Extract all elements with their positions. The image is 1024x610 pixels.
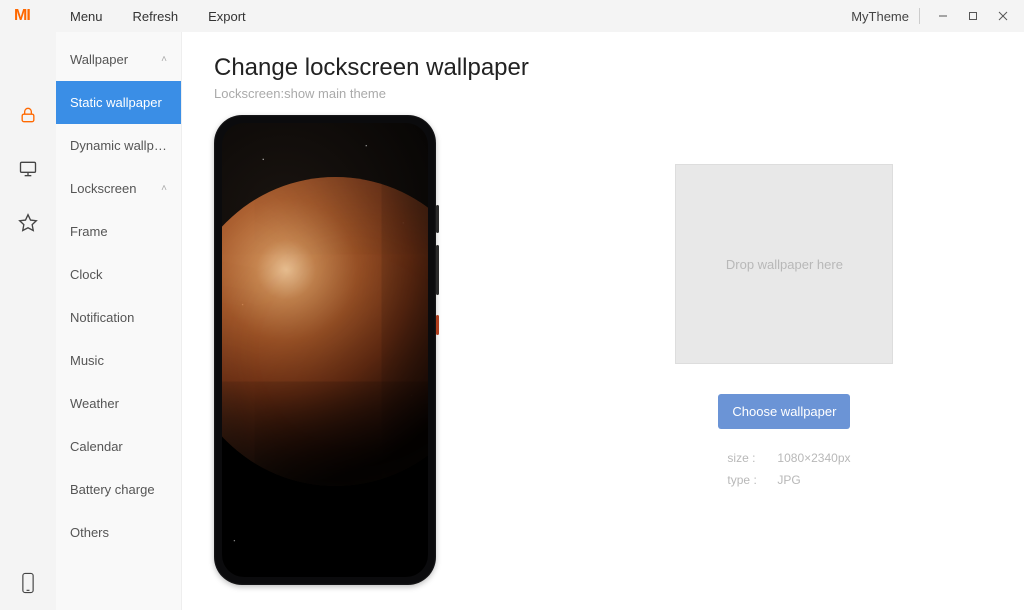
wallpaper-meta: size : 1080×2340px type : JPG	[675, 451, 893, 495]
sidebar-item-music[interactable]: Music	[56, 339, 181, 382]
lock-tab-icon[interactable]	[17, 104, 39, 126]
device-tab-icon[interactable]	[17, 572, 39, 594]
monitor-icon	[18, 159, 38, 179]
titlebar: MI Menu Refresh Export MyTheme	[0, 0, 1024, 32]
group-label: Wallpaper	[70, 52, 128, 67]
star-tab-icon[interactable]	[17, 212, 39, 234]
side-panel: Wallpaper ˄ Static wallpaper Dynamic wal…	[56, 32, 182, 610]
group-lockscreen[interactable]: Lockscreen ˄	[56, 167, 181, 210]
minimize-button[interactable]	[930, 4, 956, 28]
mi-logo: MI	[14, 7, 50, 25]
main-content: Change lockscreen wallpaper Lockscreen:s…	[182, 32, 1024, 610]
phone-icon	[19, 572, 37, 594]
minimize-icon	[938, 11, 948, 21]
phone-preview	[214, 115, 436, 585]
dropzone-label: Drop wallpaper here	[726, 257, 843, 272]
body: Wallpaper ˄ Static wallpaper Dynamic wal…	[0, 32, 1024, 610]
desktop-tab-icon[interactable]	[17, 158, 39, 180]
group-wallpaper[interactable]: Wallpaper ˄	[56, 38, 181, 81]
close-button[interactable]	[990, 4, 1016, 28]
meta-type-label: type :	[727, 473, 763, 487]
sidebar-item-static-wallpaper[interactable]: Static wallpaper	[56, 81, 181, 124]
menu-menu[interactable]: Menu	[62, 5, 111, 28]
app-window: MI Menu Refresh Export MyTheme	[0, 0, 1024, 610]
iconbar	[0, 32, 56, 610]
divider	[919, 8, 920, 24]
sidebar-item-clock[interactable]: Clock	[56, 253, 181, 296]
page-title: Change lockscreen wallpaper	[214, 54, 529, 82]
sidebar-item-notification[interactable]: Notification	[56, 296, 181, 339]
phone-side-button	[436, 245, 439, 295]
maximize-icon	[968, 11, 978, 21]
star-icon	[18, 213, 38, 233]
wallpaper-dropzone[interactable]: Drop wallpaper here	[675, 164, 893, 364]
titlebar-right: MyTheme	[851, 4, 1016, 28]
sidebar-item-others[interactable]: Others	[56, 511, 181, 554]
lock-icon	[18, 105, 38, 125]
sidebar-item-battery[interactable]: Battery charge	[56, 468, 181, 511]
meta-type-value: JPG	[777, 473, 800, 487]
theme-name: MyTheme	[851, 9, 909, 24]
chevron-up-icon: ˄	[161, 183, 167, 194]
group-label: Lockscreen	[70, 181, 136, 196]
chevron-up-icon: ˄	[161, 54, 167, 65]
phone-side-button	[436, 205, 439, 233]
menu-bar: Menu Refresh Export	[62, 5, 254, 28]
menu-export[interactable]: Export	[200, 5, 254, 28]
sidebar-item-weather[interactable]: Weather	[56, 382, 181, 425]
menu-refresh[interactable]: Refresh	[125, 5, 187, 28]
meta-size-label: size :	[727, 451, 763, 465]
preview-column: Change lockscreen wallpaper Lockscreen:s…	[214, 54, 529, 588]
close-icon	[998, 11, 1008, 21]
maximize-button[interactable]	[960, 4, 986, 28]
phone-side-button	[436, 315, 439, 335]
sidebar-item-frame[interactable]: Frame	[56, 210, 181, 253]
meta-size-value: 1080×2340px	[777, 451, 850, 465]
upload-column: Drop wallpaper here Choose wallpaper siz…	[577, 54, 992, 588]
page-subtitle: Lockscreen:show main theme	[214, 86, 529, 101]
sidebar-item-dynamic-wallpaper[interactable]: Dynamic wallpap…	[56, 124, 181, 167]
choose-wallpaper-button[interactable]: Choose wallpaper	[718, 394, 850, 429]
wallpaper-planet	[222, 177, 428, 486]
sidebar-item-calendar[interactable]: Calendar	[56, 425, 181, 468]
phone-screen	[222, 123, 428, 577]
